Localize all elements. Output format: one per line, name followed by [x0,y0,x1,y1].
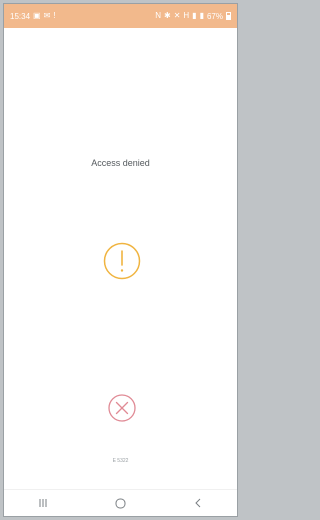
signal-icon: ▮ [192,11,197,20]
error-code: E 5322 [112,458,129,464]
battery-icon [226,12,231,20]
status-bar-left: 15:34 ▣ ✉ ! [10,12,56,21]
close-icon [108,394,136,422]
close-button[interactable] [108,394,136,422]
mute-icon: ✕ [173,11,181,20]
back-icon [195,498,201,508]
access-denied-screen: Access denied E 5322 [4,28,237,490]
battery-percentage: 67% [206,11,223,21]
nfc-icon: N [155,11,161,20]
status-time: 15:34 [10,11,31,21]
access-denied-message: Access denied [91,158,150,168]
recent-apps-icon [39,499,47,507]
recent-apps-button[interactable] [23,492,63,514]
hd-icon: H [183,11,190,20]
gallery-icon: ▣ [33,11,41,20]
status-bar-right: N ✱ ✕ H ▮ ▮ 67% [155,12,231,21]
status-bar: 15:34 ▣ ✉ ! N ✱ ✕ H ▮ ▮ 67% [4,4,237,28]
message-icon: ✉ [43,11,51,20]
phone-screen: 15:34 ▣ ✉ ! N ✱ ✕ H ▮ ▮ 67% Access denie… [3,3,238,517]
home-icon [115,498,126,508]
signal-icon: ▮ [199,11,204,20]
navigation-bar [4,489,237,516]
warning-icon [103,242,141,280]
notification-icon: ! [53,11,56,20]
home-button[interactable] [100,492,140,514]
bluetooth-icon: ✱ [163,11,171,20]
back-button[interactable] [178,492,218,514]
